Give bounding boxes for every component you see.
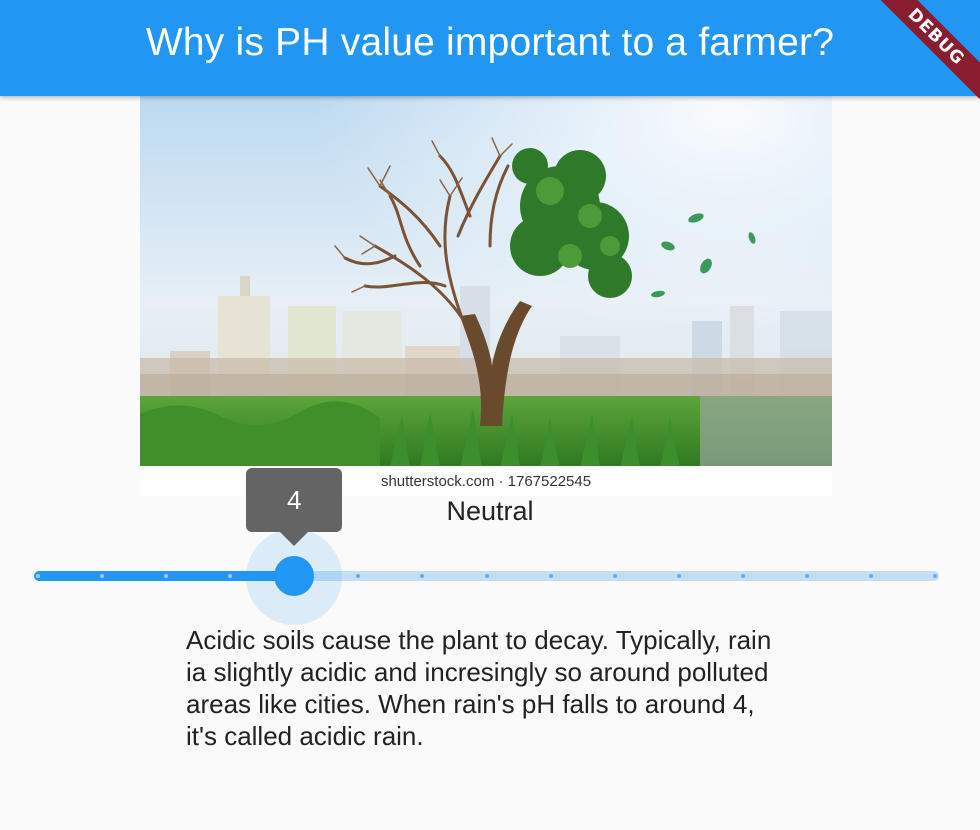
slider-tick — [933, 574, 937, 578]
ph-description: Acidic soils cause the plant to decay. T… — [186, 625, 772, 751]
ph-status-label: Neutral — [446, 496, 534, 526]
ph-slider[interactable] — [34, 529, 939, 625]
slider-tick — [740, 574, 745, 578]
slider-tick — [36, 574, 40, 578]
watermark-text: shutterstock.com · 1767522545 — [380, 472, 592, 490]
slider-tick — [484, 574, 489, 578]
tree-illustration — [140, 96, 832, 468]
slider-tick — [612, 574, 617, 578]
slider-thumb[interactable] — [274, 556, 315, 596]
slider-tick — [804, 574, 809, 578]
slider-tick — [676, 574, 681, 578]
app-bar: Why is PH value important to a farmer? — [0, 0, 980, 96]
hero-image: shutterstock.com · 1767522545 — [140, 96, 832, 496]
debug-banner: DEBUG — [860, 0, 980, 120]
slider-tick — [548, 574, 553, 578]
slider-value-tooltip: 4 — [246, 468, 343, 546]
slider-tick — [868, 574, 873, 578]
debug-banner-label: DEBUG — [870, 0, 980, 103]
watermark-bar: shutterstock.com · 1767522545 — [140, 466, 832, 496]
page-title: Why is PH value important to a farmer? — [145, 21, 835, 64]
